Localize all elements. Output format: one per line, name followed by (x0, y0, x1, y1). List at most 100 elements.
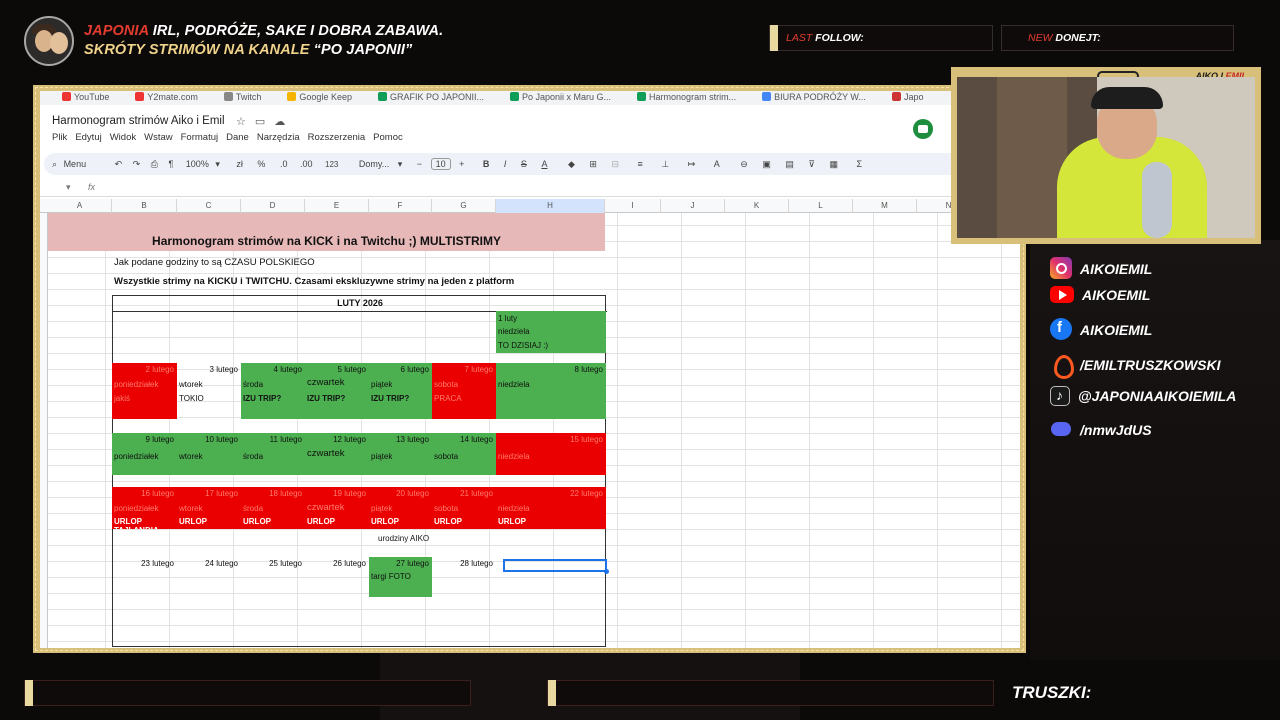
menu-item-formatuj[interactable]: Formatuj (181, 132, 218, 143)
column-header-a[interactable]: A (48, 199, 112, 213)
calendar-day-14[interactable]: 14 lutego sobota (432, 433, 496, 475)
vertical-align-icon[interactable]: ⊥ (661, 159, 669, 170)
bookmark-item[interactable]: Google Keep (287, 92, 352, 102)
calendar-day-13[interactable]: 13 lutego piątek (369, 433, 432, 475)
insert-comment-icon[interactable]: ▣ (762, 159, 771, 170)
menu-item-dane[interactable]: Dane (226, 132, 249, 143)
calendar-day-5[interactable]: 5 lutego czwartek IZU TRIP? (305, 363, 369, 419)
calendar-day-6[interactable]: 6 lutego piątek IZU TRIP? (369, 363, 432, 419)
bookmark-item[interactable]: Po Japonii x Maru G... (510, 92, 611, 102)
column-header-c[interactable]: C (177, 199, 241, 213)
bookmark-item[interactable]: Harmonogram strim... (637, 92, 736, 102)
column-header-g[interactable]: G (432, 199, 496, 213)
column-header-j[interactable]: J (661, 199, 725, 213)
column-header-b[interactable]: B (112, 199, 177, 213)
calendar-day-22[interactable]: 22 lutego niedziela URLOP (496, 487, 606, 529)
percent-format[interactable]: % (257, 159, 265, 169)
font-select[interactable]: Domy... (359, 159, 389, 169)
fill-color-icon[interactable]: ◆ (568, 159, 575, 170)
calendar-day-27[interactable]: 27 lutego targi FOTO (369, 557, 432, 597)
text-rotate-icon[interactable]: A (714, 159, 720, 169)
number-format[interactable]: 123 (325, 160, 338, 169)
meet-icon[interactable] (913, 119, 933, 139)
strikethrough-icon[interactable]: S (521, 159, 527, 169)
menu-item-widok[interactable]: Widok (110, 132, 136, 143)
calendar-day-28[interactable]: 28 lutego (432, 557, 496, 573)
bookmark-item[interactable]: Japo (891, 92, 923, 102)
font-size-increase[interactable]: + (459, 159, 464, 169)
cell-date: 26 lutego (333, 559, 366, 568)
functions-icon[interactable]: Σ (857, 159, 863, 169)
calendar-day-12[interactable]: 12 lutego czwartek (305, 433, 369, 475)
column-header-e[interactable]: E (305, 199, 369, 213)
search-menu-icon[interactable]: ⌕ (52, 159, 57, 170)
formula-bar[interactable]: ▾ fx (40, 179, 1020, 197)
calendar-day-10[interactable]: 10 lutego wtorek (177, 433, 241, 475)
text-color-icon[interactable]: A (541, 159, 547, 169)
zoom-select[interactable]: 100% (186, 159, 209, 169)
text-wrap-icon[interactable]: ↦ (688, 159, 696, 170)
column-header-d[interactable]: D (241, 199, 305, 213)
column-header-h[interactable]: H (496, 199, 605, 213)
bookmark-item[interactable]: GRAFIK PO JAPONII... (377, 92, 484, 102)
calendar-day-18[interactable]: 18 lutego środa URLOP (241, 487, 305, 529)
align-left-icon[interactable]: ≡ (638, 159, 643, 169)
calendar-day-25[interactable]: 25 lutego (241, 557, 305, 573)
column-header-i[interactable]: I (605, 199, 661, 213)
font-size-decrease[interactable]: − (417, 159, 422, 169)
document-title[interactable]: Harmonogram strimów Aiko i Emil (52, 115, 225, 127)
calendar-day-19[interactable]: 19 lutego czwartek URLOP (305, 487, 369, 529)
calendar-day-17[interactable]: 17 lutego wtorek URLOP (177, 487, 241, 529)
fill-handle[interactable] (604, 569, 609, 574)
column-header-f[interactable]: F (369, 199, 432, 213)
paint-format-icon[interactable]: ¶ (168, 159, 173, 169)
calendar-day-8[interactable]: 8 lutego niedziela (496, 363, 606, 419)
column-header-k[interactable]: K (725, 199, 789, 213)
menu-search[interactable]: Menu (64, 159, 87, 169)
column-header-l[interactable]: L (789, 199, 853, 213)
filter-icon[interactable]: ⊽ (808, 159, 815, 170)
calendar-day-23[interactable]: 23 lutego (112, 557, 177, 573)
bookmark-item[interactable]: YouTube (62, 92, 109, 102)
filter-views-icon[interactable]: ▦ (830, 159, 839, 170)
calendar-day-7[interactable]: 7 lutego sobota PRACA (432, 363, 496, 419)
italic-icon[interactable]: I (504, 159, 507, 169)
bookmark-item[interactable]: BIURA PODRÓŻY W... (762, 92, 866, 102)
calendar-day-26[interactable]: 26 lutego (305, 557, 369, 573)
star-icon[interactable]: ☆ (236, 116, 255, 128)
undo-icon[interactable]: ↶ (115, 159, 123, 170)
insert-link-icon[interactable]: ⊖ (740, 159, 748, 170)
currency-format[interactable]: zł (236, 159, 243, 169)
menu-item-edytuj[interactable]: Edytuj (75, 132, 101, 143)
menu-item-plik[interactable]: Plik (52, 132, 67, 143)
increase-decimal[interactable]: .00 (300, 159, 313, 169)
bookmark-item[interactable]: Y2mate.com (135, 92, 198, 102)
bold-icon[interactable]: B (483, 159, 490, 169)
menu-item-rozszerzenia[interactable]: Rozszerzenia (308, 132, 366, 143)
calendar-day-20[interactable]: 20 lutego piątek URLOP (369, 487, 432, 529)
calendar-day-1[interactable]: 1 luty niedziela TO DZISIAJ :) (496, 311, 606, 353)
calendar-day-9[interactable]: 9 lutego poniedziałek (112, 433, 177, 475)
column-header-m[interactable]: M (853, 199, 917, 213)
calendar-day-11[interactable]: 11 lutego środa (241, 433, 305, 475)
insert-chart-icon[interactable]: ▤ (785, 159, 794, 170)
bookmark-item[interactable]: Twitch (223, 92, 261, 102)
merge-cells-icon[interactable]: ⊟ (611, 159, 619, 170)
decrease-decimal[interactable]: .0 (280, 159, 288, 169)
borders-icon[interactable]: ⊞ (589, 159, 597, 170)
calendar-day-16[interactable]: 16 lutego poniedziałek URLOP TAJLANDIA (112, 487, 177, 529)
redo-icon[interactable]: ↷ (133, 159, 141, 170)
menu-item-pomoc[interactable]: Pomoc (373, 132, 403, 143)
calendar-day-24[interactable]: 24 lutego (177, 557, 241, 573)
selected-cell[interactable] (503, 559, 607, 572)
calendar-day-3[interactable]: 3 lutego wtorek TOKIO (177, 363, 241, 419)
calendar-day-15[interactable]: 15 lutego niedziela (496, 433, 606, 475)
menu-item-narzędzia[interactable]: Narzędzia (257, 132, 300, 143)
folder-icon[interactable]: ▭ (255, 116, 274, 128)
font-size-input[interactable]: 10 (430, 158, 451, 170)
calendar-day-21[interactable]: 21 lutego sobota URLOP (432, 487, 496, 529)
print-icon[interactable]: ⎙ (151, 159, 158, 170)
menu-item-wstaw[interactable]: Wstaw (144, 132, 173, 143)
calendar-day-2[interactable]: 2 lutego poniedziałek jakiś (112, 363, 177, 419)
calendar-day-4[interactable]: 4 lutego środa IZU TRIP? (241, 363, 305, 419)
